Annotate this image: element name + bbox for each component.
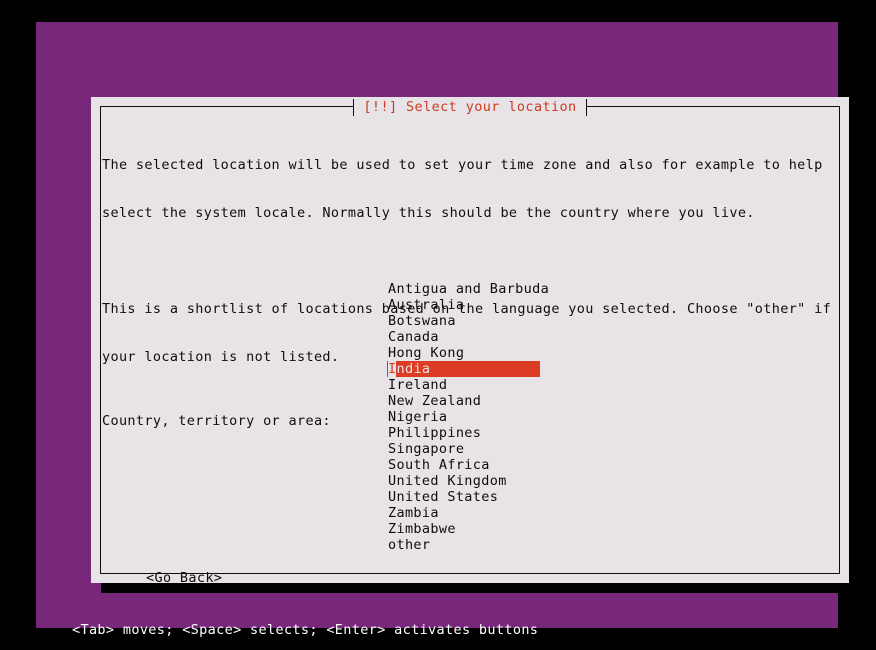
keyboard-hint: <Tab> moves; <Space> selects; <Enter> ac… xyxy=(72,622,539,638)
go-back-button[interactable]: <Go Back> xyxy=(146,570,222,586)
country-list-item[interactable]: India xyxy=(387,361,540,377)
country-list-item[interactable]: Ireland xyxy=(387,377,540,393)
country-list-item[interactable]: Philippines xyxy=(387,425,540,441)
country-list-item[interactable]: South Africa xyxy=(387,457,540,473)
country-list-item[interactable]: Canada xyxy=(387,329,540,345)
paragraph-line: select the system locale. Normally this … xyxy=(102,205,755,221)
description-paragraph-1: The selected location will be used to se… xyxy=(102,125,839,253)
installer-screen: [!!] Select your location The selected l… xyxy=(0,0,876,650)
country-list-item[interactable]: Zimbabwe xyxy=(387,521,540,537)
country-list-item[interactable]: United Kingdom xyxy=(387,473,540,489)
country-list-item[interactable]: United States xyxy=(387,489,540,505)
country-list[interactable]: Antigua and Barbuda Australia Botswana Cana… xyxy=(387,281,717,553)
country-list-item[interactable]: Singapore xyxy=(387,441,540,457)
dialog-body: The selected location will be used to se… xyxy=(102,125,839,586)
country-list-item[interactable]: Zambia xyxy=(387,505,540,521)
paragraph-line: The selected location will be used to se… xyxy=(102,157,823,173)
country-list-item[interactable]: Antigua and Barbuda xyxy=(387,281,549,297)
select-location-dialog: [!!] Select your location The selected l… xyxy=(91,97,849,586)
country-list-item[interactable]: New Zealand xyxy=(387,393,540,409)
country-list-item-label: ndia xyxy=(396,361,431,377)
country-list-item[interactable]: Australia xyxy=(387,297,540,313)
country-list-item[interactable]: Hong Kong xyxy=(387,345,540,361)
country-list-item[interactable]: Botswana xyxy=(387,313,540,329)
terminal-canvas: [!!] Select your location The selected l… xyxy=(36,22,859,638)
country-list-item[interactable]: other xyxy=(387,537,540,553)
country-list-item[interactable]: Nigeria xyxy=(387,409,540,425)
